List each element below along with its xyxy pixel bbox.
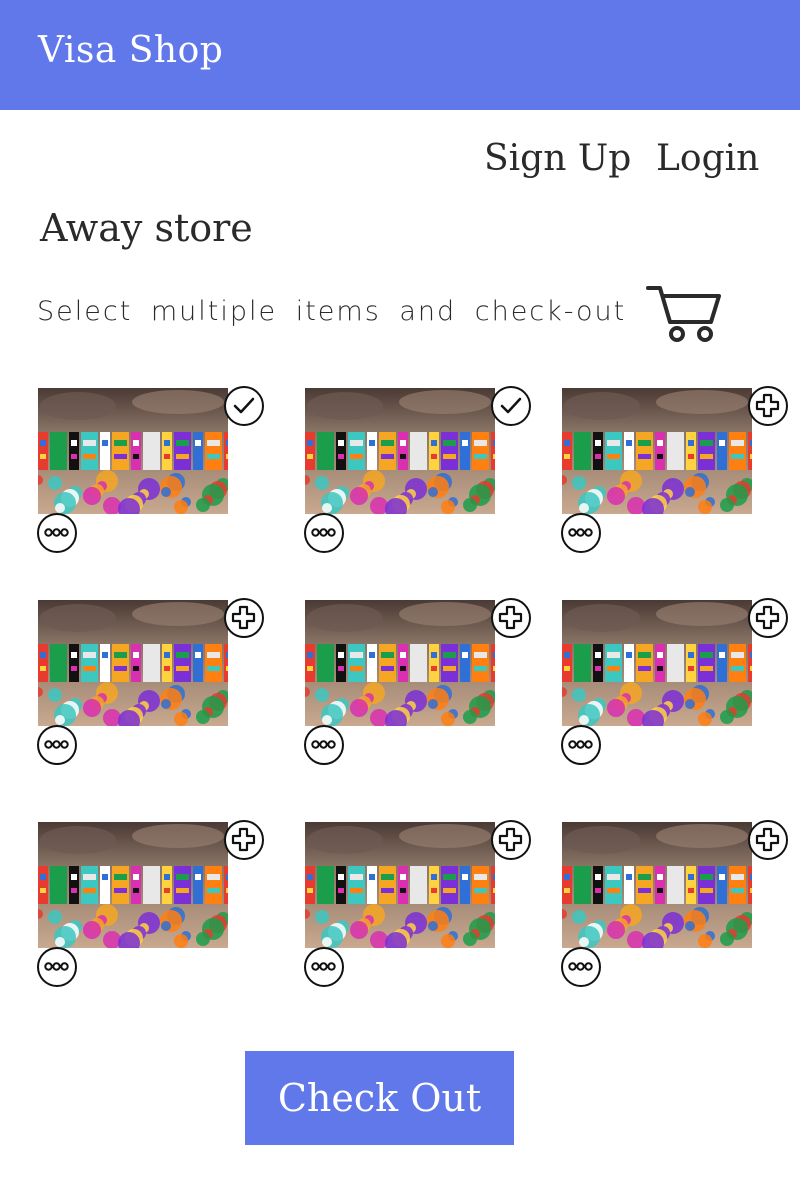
check-out-button[interactable]: Check Out — [245, 1051, 514, 1145]
more-icon[interactable] — [304, 513, 344, 553]
more-icon[interactable] — [37, 725, 77, 765]
plus-icon[interactable] — [224, 820, 264, 860]
plus-icon[interactable] — [748, 386, 788, 426]
product-card[interactable] — [305, 388, 495, 514]
product-card[interactable] — [38, 822, 228, 948]
product-card[interactable] — [562, 600, 752, 726]
more-icon[interactable] — [37, 947, 77, 987]
more-icon[interactable] — [561, 725, 601, 765]
store-title: Away store — [40, 206, 253, 250]
product-image[interactable] — [305, 600, 495, 726]
top-bar: Visa Shop — [0, 0, 800, 110]
cart-icon[interactable] — [645, 282, 725, 346]
product-card[interactable] — [38, 388, 228, 514]
product-card[interactable] — [562, 388, 752, 514]
product-image[interactable] — [562, 600, 752, 726]
more-icon[interactable] — [304, 725, 344, 765]
product-image[interactable] — [562, 822, 752, 948]
product-image[interactable] — [38, 600, 228, 726]
plus-icon[interactable] — [748, 820, 788, 860]
more-icon[interactable] — [561, 947, 601, 987]
product-image[interactable] — [305, 388, 495, 514]
product-card[interactable] — [38, 600, 228, 726]
plus-icon[interactable] — [224, 598, 264, 638]
check-icon[interactable] — [224, 386, 264, 426]
more-icon[interactable] — [37, 513, 77, 553]
plus-icon[interactable] — [491, 598, 531, 638]
product-card[interactable] — [305, 822, 495, 948]
product-image[interactable] — [305, 822, 495, 948]
store-subtitle: Select multiple items and check-out — [37, 296, 627, 327]
product-image[interactable] — [38, 822, 228, 948]
product-card[interactable] — [305, 600, 495, 726]
brand-title[interactable]: Visa Shop — [38, 30, 223, 71]
more-icon[interactable] — [561, 513, 601, 553]
product-image[interactable] — [38, 388, 228, 514]
check-icon[interactable] — [491, 386, 531, 426]
login-link[interactable]: Login — [656, 138, 759, 179]
more-icon[interactable] — [304, 947, 344, 987]
plus-icon[interactable] — [491, 820, 531, 860]
product-image[interactable] — [562, 388, 752, 514]
sign-up-link[interactable]: Sign Up — [484, 138, 631, 179]
plus-icon[interactable] — [748, 598, 788, 638]
product-card[interactable] — [562, 822, 752, 948]
